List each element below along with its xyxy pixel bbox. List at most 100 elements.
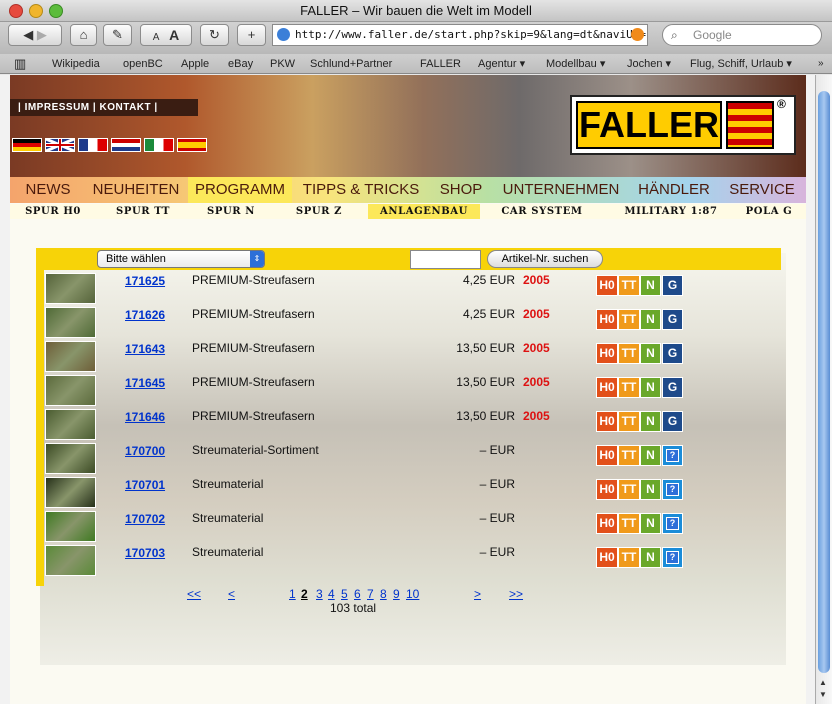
nav-unternehmen[interactable]: UNTERNEHMEN [496, 177, 626, 203]
scale-badge-n[interactable]: N [640, 547, 661, 568]
bookmark-item[interactable]: Apple [181, 54, 209, 74]
scale-badge-g[interactable]: G [662, 343, 683, 364]
vertical-scrollbar[interactable]: ▲ ▼ [815, 75, 832, 704]
article-number-link[interactable]: 171625 [125, 274, 165, 288]
bookmark-item[interactable]: PKW [270, 54, 295, 74]
scale-badge-tt[interactable]: TT [618, 513, 640, 534]
rss-icon[interactable] [631, 28, 644, 41]
scale-badge-h0[interactable]: H0 [596, 513, 618, 534]
scale-badge-h0[interactable]: H0 [596, 275, 618, 296]
info-icon[interactable]: ? [666, 449, 679, 462]
add-bookmark-button[interactable]: + [237, 24, 266, 46]
scale-badge-tt[interactable]: TT [618, 275, 640, 296]
nav-neuheiten[interactable]: NEUHEITEN [86, 177, 186, 203]
product-thumbnail[interactable] [45, 443, 96, 474]
nav-service[interactable]: SERVICE [724, 177, 800, 203]
article-search-button[interactable]: Artikel-Nr. suchen [487, 250, 603, 268]
subnav-spur-tt[interactable]: SPUR TT [108, 204, 178, 219]
page-link[interactable]: 10 [406, 585, 419, 603]
subnav-pola-g[interactable]: POLA G [738, 204, 800, 219]
bookmark-folder-label[interactable]: Agentur [478, 58, 517, 70]
edit-button[interactable]: ✎ [103, 24, 132, 46]
scale-badge-n[interactable]: N [640, 479, 661, 500]
minimize-icon[interactable] [29, 4, 43, 18]
zoom-icon[interactable] [49, 4, 63, 18]
scrollbar-thumb[interactable] [818, 91, 830, 673]
address-bar[interactable]: http://www.faller.de/start.php?skip=9&la… [272, 24, 648, 46]
next-page-link[interactable]: > [474, 585, 481, 603]
bookmark-item[interactable]: eBay [228, 54, 253, 74]
google-search-field[interactable]: ⌕ Google [662, 24, 822, 46]
subnav-anlagenbau[interactable]: ANLAGENBAU [368, 204, 480, 219]
subnav-military[interactable]: MILITARY 1:87 [610, 204, 732, 219]
uk-flag-icon[interactable] [45, 138, 75, 152]
article-number-link[interactable]: 171626 [125, 308, 165, 322]
german-flag-icon[interactable] [12, 138, 42, 152]
article-number-link[interactable]: 170700 [125, 444, 165, 458]
category-select[interactable]: Bitte wählen ⇕ [97, 250, 265, 268]
scroll-down-icon[interactable]: ▼ [819, 690, 827, 699]
product-thumbnail[interactable] [45, 477, 96, 508]
forward-icon[interactable]: ▶ [37, 27, 47, 42]
home-button[interactable]: ⌂ [70, 24, 97, 46]
bookmark-item[interactable]: Schlund+Partner [310, 54, 392, 74]
reload-button[interactable]: ↻ [200, 24, 229, 46]
bookmarks-overflow-icon[interactable]: » [818, 54, 824, 74]
bookmark-folder[interactable]: Modellbau ▾ [546, 54, 605, 74]
back-forward-buttons[interactable]: ◀ ▶ [8, 24, 62, 46]
text-larger-label[interactable]: A [169, 27, 179, 43]
scale-badge-h0[interactable]: H0 [596, 377, 618, 398]
scale-badge-tt[interactable]: TT [618, 309, 640, 330]
nav-news[interactable]: NEWS [18, 177, 78, 203]
scale-badge-h0[interactable]: H0 [596, 547, 618, 568]
first-page-link[interactable]: << [187, 585, 201, 603]
bookmark-folder[interactable]: Flug, Schiff, Urlaub ▾ [690, 54, 792, 74]
scale-badge-n[interactable]: N [640, 377, 661, 398]
prev-page-link[interactable]: < [228, 585, 235, 603]
scale-badge-n[interactable]: N [640, 309, 661, 330]
page-link[interactable]: 3 [316, 585, 323, 603]
bookmark-folder[interactable]: Agentur ▾ [478, 54, 525, 74]
article-number-link[interactable]: 170701 [125, 478, 165, 492]
info-icon[interactable]: ? [666, 517, 679, 530]
scale-badge-h0[interactable]: H0 [596, 479, 618, 500]
bookmark-folder-label[interactable]: Jochen [627, 58, 662, 70]
bookmark-folder-label[interactable]: Flug, Schiff, Urlaub [690, 58, 783, 70]
product-thumbnail[interactable] [45, 375, 96, 406]
nav-programm[interactable]: PROGRAMM [188, 177, 292, 203]
scale-badge-h0[interactable]: H0 [596, 445, 618, 466]
scale-badge-h0[interactable]: H0 [596, 343, 618, 364]
info-icon[interactable]: ? [666, 483, 679, 496]
article-number-link[interactable]: 171646 [125, 410, 165, 424]
bookmark-item[interactable]: openBC [123, 54, 163, 74]
spanish-flag-icon[interactable] [177, 138, 207, 152]
scale-badge-g[interactable]: G [662, 411, 683, 432]
info-icon[interactable]: ? [666, 551, 679, 564]
page-link[interactable]: 9 [393, 585, 400, 603]
subnav-spur-h0[interactable]: SPUR H0 [18, 204, 88, 219]
url-text[interactable]: http://www.faller.de/start.php?skip=9&la… [295, 28, 646, 41]
french-flag-icon[interactable] [78, 138, 108, 152]
close-icon[interactable] [9, 4, 23, 18]
nav-shop[interactable]: SHOP [434, 177, 488, 203]
scale-badge-h0[interactable]: H0 [596, 309, 618, 330]
product-thumbnail[interactable] [45, 273, 96, 304]
text-size-buttons[interactable]: A A [140, 24, 192, 46]
bookmark-item[interactable]: FALLER [420, 54, 461, 74]
back-icon[interactable]: ◀ [23, 27, 33, 42]
scale-badge-n[interactable]: N [640, 445, 661, 466]
italian-flag-icon[interactable] [144, 138, 174, 152]
article-number-input[interactable] [410, 250, 481, 269]
product-thumbnail[interactable] [45, 341, 96, 372]
scale-badge-g[interactable]: G [662, 309, 683, 330]
article-number-link[interactable]: 170702 [125, 512, 165, 526]
subnav-car-system[interactable]: CAR SYSTEM [496, 204, 588, 219]
text-smaller-label[interactable]: A [153, 32, 160, 43]
last-page-link[interactable]: >> [509, 585, 523, 603]
bookmark-folder[interactable]: Jochen ▾ [627, 54, 671, 74]
scale-badge-n[interactable]: N [640, 275, 661, 296]
scale-badge-n[interactable]: N [640, 411, 661, 432]
nav-haendler[interactable]: HÄNDLER [632, 177, 716, 203]
bookmark-folder-label[interactable]: Modellbau [546, 58, 597, 70]
header-links[interactable]: | IMPRESSUM | KONTAKT | [10, 99, 198, 116]
